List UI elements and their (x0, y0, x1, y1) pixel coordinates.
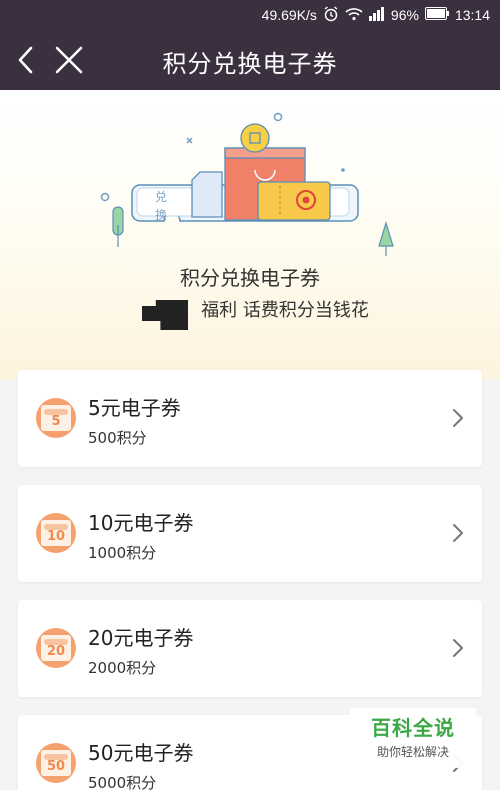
watermark-main: 百科全说 (371, 716, 455, 740)
voucher-points: 2000积分 (88, 659, 157, 677)
voucher-badge-value: 10 (41, 520, 71, 546)
alarm-icon (323, 5, 339, 25)
voucher-name: 10元电子券 (88, 511, 194, 535)
voucher-badge: 5 (36, 398, 76, 438)
header: 积分兑换电子券 (0, 30, 500, 90)
ticket-char-1: 兑 (155, 190, 167, 204)
voucher-name: 5元电子券 (88, 396, 181, 420)
clock: 13:14 (454, 7, 490, 23)
voucher-item-10[interactable]: 10 10元电子券 1000积分 (18, 485, 482, 582)
chevron-right-icon (453, 524, 463, 542)
chevron-right-icon (453, 409, 463, 427)
voucher-badge-value: 20 (41, 635, 71, 661)
hero-title: 积分兑换电子券 (180, 266, 320, 290)
hero-subtitle-text: 福利 话费积分当钱花 (201, 300, 369, 321)
battery-icon (424, 7, 449, 23)
voucher-name: 50元电子券 (88, 741, 194, 765)
voucher-illustration: 兑 换 (100, 112, 394, 256)
ticket-char-2: 换 (155, 208, 167, 222)
hero-banner: 兑 换 积分兑换电子券 福利 话费积分当钱花 (0, 90, 500, 380)
hero-subtitle: 福利 话费积分当钱花 (0, 296, 500, 322)
page-title: 积分兑换电子券 (162, 50, 338, 78)
voucher-badge: 20 (36, 628, 76, 668)
battery-percent: 96% (390, 7, 419, 23)
voucher-item-20[interactable]: 20 20元电子券 2000积分 (18, 600, 482, 697)
wifi-icon (345, 7, 363, 24)
voucher-item-5[interactable]: 5 5元电子券 500积分 (18, 370, 482, 467)
voucher-points: 1000积分 (88, 544, 157, 562)
voucher-badge: 10 (36, 513, 76, 553)
voucher-points: 5000积分 (88, 774, 157, 790)
signal-icon (368, 6, 385, 24)
watermark-sub: 助你轻松解决 (376, 745, 449, 759)
watermark: 百科全说 助你轻松解决 (350, 708, 476, 768)
voucher-badge-value: 50 (41, 750, 71, 776)
voucher-badge-value: 5 (41, 405, 71, 431)
voucher-points: 500积分 (88, 429, 147, 447)
voucher-badge: 50 (36, 743, 76, 783)
network-speed: 49.69K/s (261, 7, 317, 23)
status-bar: 49.69K/s 96% 13:14 (0, 0, 500, 30)
voucher-name: 20元电子券 (88, 626, 194, 650)
chevron-right-icon (453, 639, 463, 657)
